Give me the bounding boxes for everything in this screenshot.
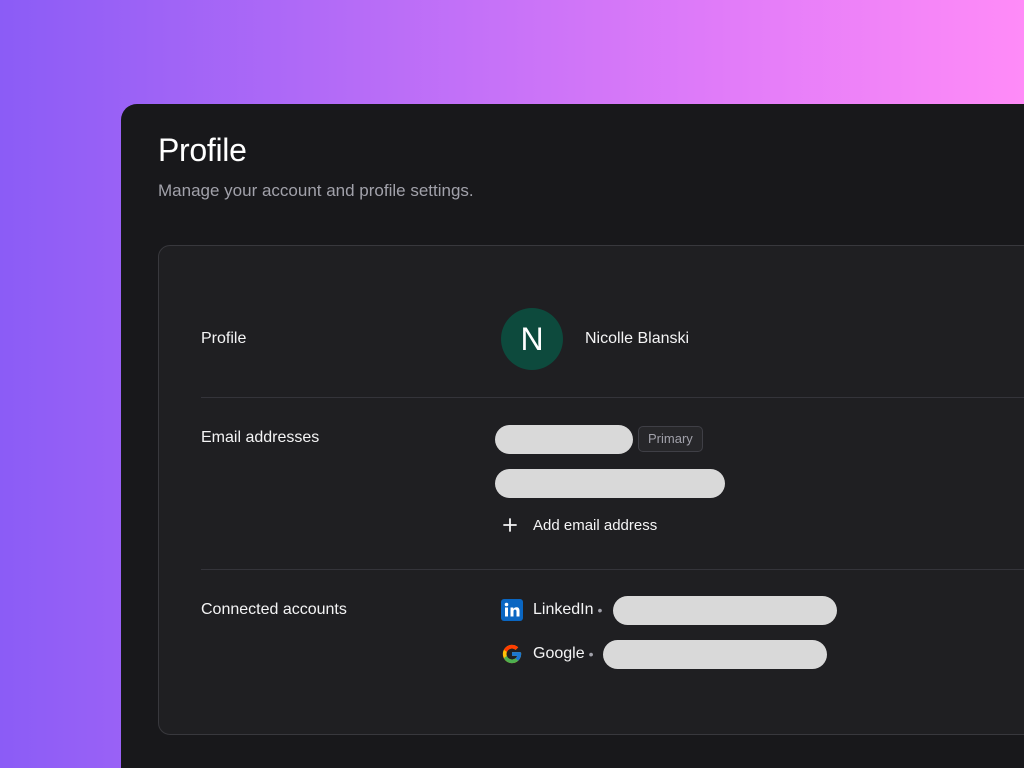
page-subtitle: Manage your account and profile settings… bbox=[158, 181, 474, 200]
separator: • bbox=[588, 646, 594, 662]
linkedin-account-redacted bbox=[613, 596, 837, 625]
primary-email-redacted[interactable] bbox=[495, 425, 633, 454]
user-name: Nicolle Blanski bbox=[585, 330, 690, 347]
divider bbox=[201, 569, 1024, 570]
add-email-button[interactable]: Add email address bbox=[501, 516, 657, 534]
google-icon bbox=[501, 643, 523, 665]
linkedin-icon bbox=[501, 599, 523, 621]
profile-row-label: Profile bbox=[201, 330, 247, 347]
separator: • bbox=[597, 602, 603, 618]
email-row-label: Email addresses bbox=[201, 429, 320, 446]
page-title: Profile bbox=[158, 132, 247, 168]
add-email-label: Add email address bbox=[533, 516, 658, 534]
connected-account-google[interactable]: Google • bbox=[501, 643, 594, 665]
connected-account-linkedin[interactable]: LinkedIn • bbox=[501, 599, 602, 621]
connected-row-label: Connected accounts bbox=[201, 601, 347, 618]
primary-badge: Primary bbox=[638, 426, 703, 452]
linkedin-label: LinkedIn bbox=[533, 601, 594, 618]
avatar-initial: N bbox=[520, 320, 544, 357]
divider bbox=[201, 397, 1024, 398]
profile-panel: Profile Manage your account and profile … bbox=[121, 104, 1024, 768]
google-label: Google bbox=[533, 645, 585, 662]
plus-icon bbox=[501, 516, 519, 534]
avatar[interactable]: N bbox=[501, 308, 563, 370]
secondary-email-redacted[interactable] bbox=[495, 469, 725, 498]
google-account-redacted bbox=[603, 640, 827, 669]
profile-card: Profile N Nicolle Blanski Email addresse… bbox=[158, 245, 1024, 735]
